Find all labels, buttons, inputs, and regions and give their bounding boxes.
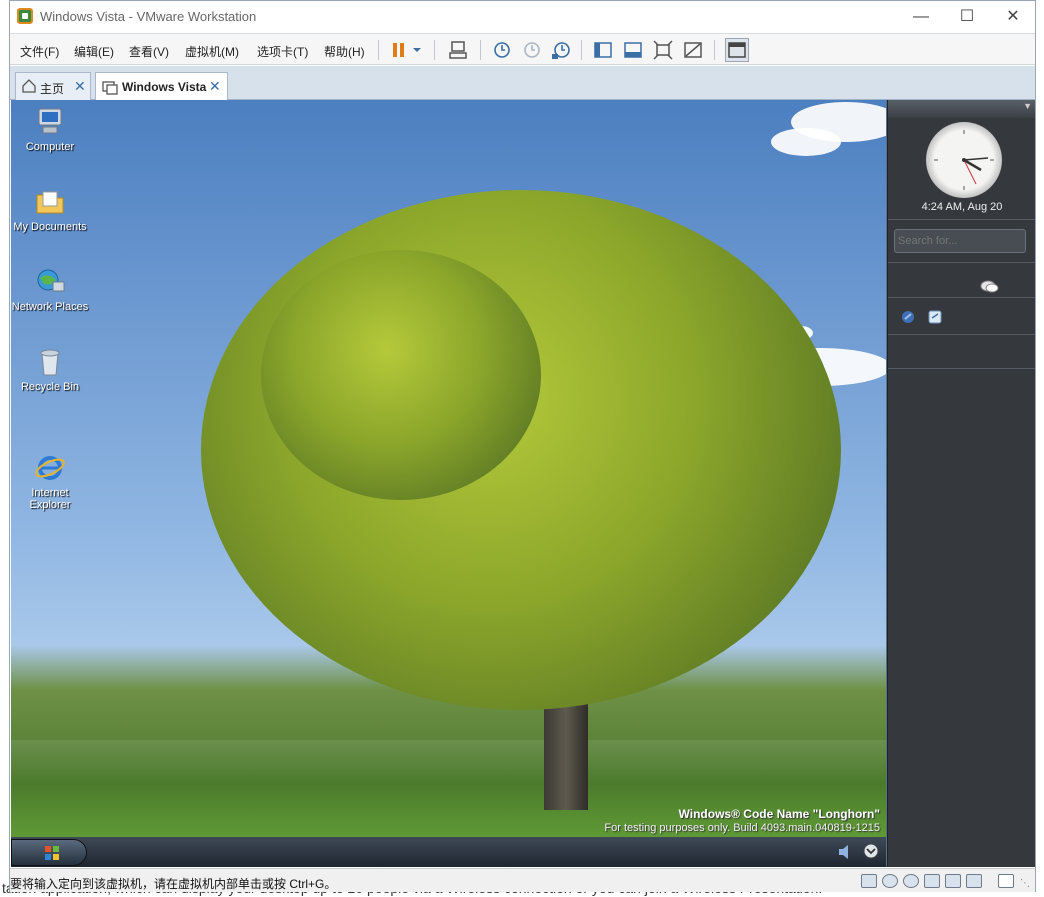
tab-bar: 主页 ✕ Windows Vista ✕ [10, 66, 1035, 101]
sidebar-notes-icon[interactable] [927, 309, 943, 330]
wallpaper-tree-crown [261, 250, 541, 500]
recycle-bin-icon [34, 346, 66, 378]
toolbar-separator [581, 40, 582, 60]
tab-windows-vista-label: Windows Vista [122, 80, 207, 94]
sidebar-header: ▼ [888, 100, 1035, 118]
vm-icon [102, 79, 118, 98]
build-watermark-detail: For testing purposes only. Build 4093.ma… [604, 822, 880, 834]
desktop-icon-label: My Documents [13, 221, 87, 233]
home-icon [22, 79, 36, 96]
status-bar: 要将输入定向到该虚拟机，请在虚拟机内部单击或按 Ctrl+G。 ⋱ [10, 868, 1035, 892]
vm-display[interactable]: Computer My Documents Network Places Rec… [11, 100, 1035, 867]
computer-icon [34, 106, 66, 138]
desktop-icon-my-documents[interactable]: My Documents [11, 186, 89, 233]
menu-tabs[interactable]: 选项卡(T) [257, 43, 308, 60]
internet-explorer-icon [34, 440, 66, 480]
close-tab-icon[interactable]: ✕ [209, 78, 221, 95]
sidebar-divider [888, 368, 1035, 369]
desktop-icon-computer[interactable]: Computer [11, 106, 89, 153]
sound-card-icon[interactable] [966, 874, 982, 888]
sidebar-divider [888, 297, 1035, 298]
desktop-icon-label: Computer [25, 141, 75, 153]
printer-icon[interactable] [945, 874, 961, 888]
close-icon[interactable]: ✕ [990, 1, 1036, 32]
message-log-icon[interactable] [998, 874, 1014, 888]
menu-file[interactable]: 文件(F) [20, 43, 59, 60]
build-watermark-title: Windows® Code Name "Longhorn" [678, 807, 880, 821]
toolbar-separator [378, 40, 379, 60]
guest-taskbar [11, 837, 886, 867]
sidebar-menu-icon[interactable]: ▼ [1023, 101, 1032, 111]
sidebar-divider [888, 219, 1035, 220]
start-button[interactable] [11, 839, 87, 866]
cd-drive-icon[interactable] [882, 874, 898, 888]
toolbar-separator [434, 40, 435, 60]
snapshot-take-icon[interactable] [490, 39, 512, 61]
desktop-icon-recycle-bin[interactable]: Recycle Bin [11, 346, 89, 393]
resize-grip-icon[interactable]: ⋱ [1020, 878, 1030, 889]
unity-icon[interactable] [682, 39, 704, 61]
menu-vm[interactable]: 虚拟机(M) [185, 43, 239, 60]
wallpaper-cloud [771, 128, 841, 156]
sidebar-tile-icon[interactable] [900, 309, 916, 330]
folder-icon [34, 186, 66, 218]
desktop-icon-label: Network Places [11, 301, 89, 313]
menu-view[interactable]: 查看(V) [129, 43, 169, 60]
network-adapter-icon[interactable] [924, 874, 940, 888]
console-view-icon[interactable] [725, 38, 749, 62]
menu-edit[interactable]: 编辑(E) [74, 43, 114, 60]
clock-time: 4:24 AM, Aug 20 [921, 201, 1003, 213]
windows-logo-icon [44, 845, 60, 866]
tab-windows-vista[interactable]: Windows Vista ✕ [95, 72, 228, 101]
pause-icon[interactable] [388, 39, 410, 61]
tab-home[interactable]: 主页 ✕ [15, 72, 91, 100]
clock-gadget[interactable] [926, 122, 1002, 198]
full-screen-icon[interactable] [652, 39, 674, 61]
menu-bar: 文件(F) 编辑(E) 查看(V) 虚拟机(M) 选项卡(T) 帮助(H) [10, 33, 1035, 65]
close-tab-icon[interactable]: ✕ [74, 78, 86, 95]
volume-icon[interactable] [837, 844, 855, 865]
chevron-down-icon[interactable] [410, 39, 424, 61]
snapshot-manager-icon[interactable] [550, 39, 572, 61]
desktop-icon-label: Internet Explorer [29, 487, 71, 511]
window-title: Windows Vista - VMware Workstation [40, 9, 257, 24]
send-ctrl-alt-del-icon[interactable] [447, 39, 469, 61]
vmware-window: Windows Vista - VMware Workstation — ☐ ✕… [9, 0, 1036, 892]
toolbar-separator [714, 40, 715, 60]
title-bar: Windows Vista - VMware Workstation — ☐ ✕ [10, 1, 1035, 32]
minimize-icon[interactable]: — [898, 1, 944, 32]
snapshot-revert-icon[interactable] [520, 39, 542, 61]
guest-desktop[interactable]: Computer My Documents Network Places Rec… [11, 100, 886, 837]
status-text: 要将输入定向到该虚拟机，请在虚拟机内部单击或按 Ctrl+G。 [10, 877, 337, 891]
desktop-icon-internet-explorer[interactable]: Internet Explorer [11, 428, 89, 523]
network-icon [34, 266, 66, 298]
tab-home-label: 主页 [40, 82, 65, 96]
hard-disk-icon[interactable] [861, 874, 877, 888]
desktop-icon-label: Recycle Bin [20, 381, 80, 393]
maximize-icon[interactable]: ☐ [944, 1, 990, 32]
expand-tray-icon[interactable] [863, 843, 879, 864]
menu-help[interactable]: 帮助(H) [324, 43, 365, 60]
vmware-app-icon [17, 8, 33, 24]
sidebar-divider [888, 334, 1035, 335]
show-library-icon[interactable] [592, 39, 614, 61]
toolbar-separator [480, 40, 481, 60]
guest-sidebar: ▼ 4:24 AM, Aug 20 [887, 100, 1035, 867]
sidebar-search-input[interactable] [894, 229, 1026, 253]
floppy-drive-icon[interactable] [903, 874, 919, 888]
desktop-icon-network-places[interactable]: Network Places [11, 266, 89, 313]
thumbnail-bar-icon[interactable] [622, 39, 644, 61]
sidebar-divider [888, 262, 1035, 263]
